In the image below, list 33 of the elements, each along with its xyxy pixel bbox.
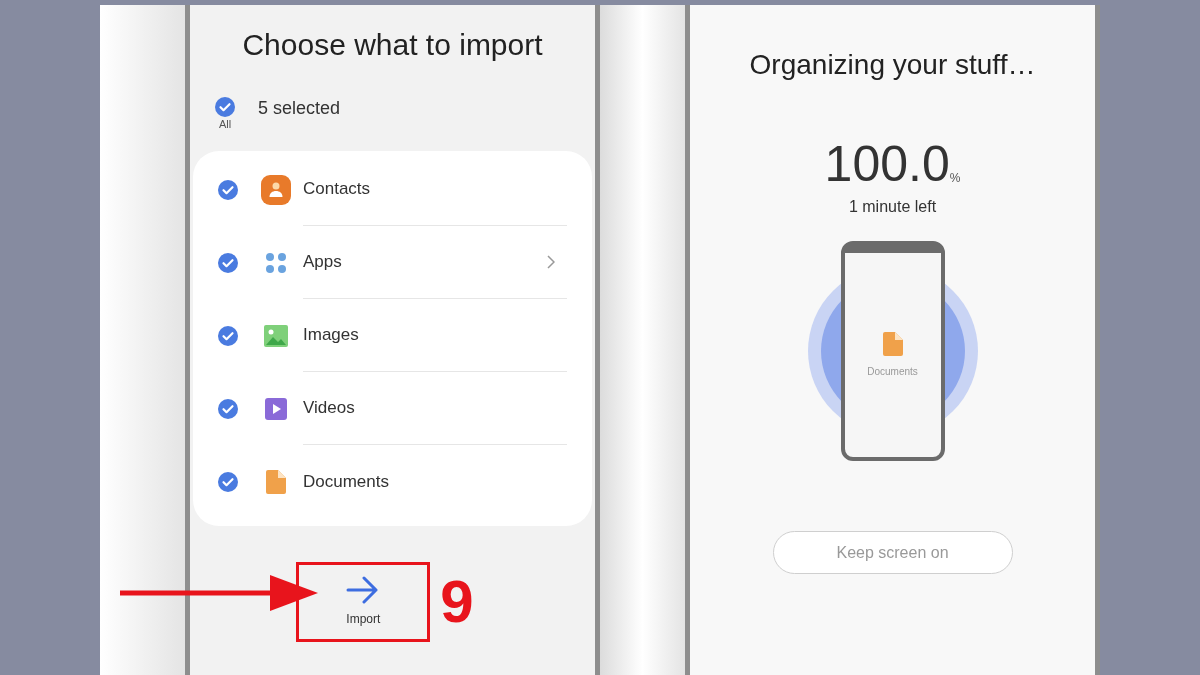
screen-title: Organizing your stuff… — [749, 48, 1036, 82]
chevron-right-icon[interactable] — [547, 255, 555, 269]
import-item-row[interactable]: Documents — [193, 445, 592, 518]
import-button[interactable]: Import — [346, 576, 381, 628]
video-play-icon — [265, 397, 287, 420]
checked-checkbox[interactable] — [215, 97, 235, 117]
percent-unit: % — [949, 171, 961, 187]
checked-checkbox[interactable] — [218, 252, 238, 273]
select-all-label: All — [218, 118, 232, 131]
import-item-row[interactable]: Contacts — [193, 153, 592, 226]
checked-checkbox[interactable] — [218, 179, 238, 200]
selection-count: 5 selected — [258, 96, 341, 120]
item-label: Contacts — [303, 178, 372, 201]
item-label: Images — [303, 324, 360, 347]
screen-title: Choose what to import — [241, 27, 544, 63]
import-item-row[interactable]: Videos — [193, 372, 592, 445]
item-label: Videos — [303, 397, 356, 420]
item-label: Apps — [303, 251, 343, 274]
document-icon — [266, 469, 286, 494]
time-remaining: 1 minute left — [848, 197, 937, 217]
contact-icon — [261, 174, 291, 205]
item-label: Documents — [303, 470, 390, 493]
checked-checkbox[interactable] — [218, 325, 238, 346]
progress-percent: 100.0 — [824, 137, 950, 191]
import-item-row[interactable]: Images — [193, 299, 592, 372]
document-icon — [882, 331, 903, 356]
import-item-row[interactable]: Apps — [193, 226, 592, 299]
apps-grid-icon — [265, 251, 287, 274]
current-item-label: Documents — [867, 364, 918, 379]
image-icon — [264, 324, 288, 347]
checked-checkbox[interactable] — [218, 398, 238, 419]
checked-checkbox[interactable] — [218, 471, 238, 492]
step-number: 9 — [440, 567, 474, 637]
